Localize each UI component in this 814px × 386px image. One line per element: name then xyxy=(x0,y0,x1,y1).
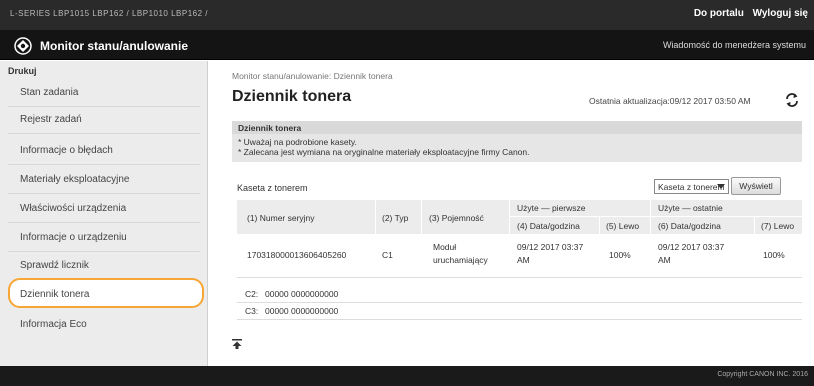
info-note: * Zalecana jest wymiana na oryginalne ma… xyxy=(238,147,530,157)
app-title: Monitor stanu/anulowanie xyxy=(40,39,189,53)
cartridge-label: Kaseta z tonerem xyxy=(237,183,308,193)
cartridge-serial: 00000 0000000000 xyxy=(265,306,339,316)
cell-last-date: AM xyxy=(658,255,671,265)
toner-log-table: (1) Numer seryjny (2) Typ (3) Pojemność … xyxy=(237,200,802,279)
cell-capacity: uruchamiający xyxy=(433,255,488,265)
sidebar-item-error-info[interactable]: Informacje o błędach xyxy=(20,145,113,156)
cartridge-select-value: Kaseta z tonerem xyxy=(658,182,725,192)
cell-serial: 170318000013606405260 xyxy=(247,250,347,260)
column-group-first-used: Użyte — pierwsze xyxy=(517,203,586,213)
cell-first-left: 100% xyxy=(609,250,631,260)
sidebar-divider xyxy=(8,106,200,107)
page-title: Dziennik tonera xyxy=(232,88,352,105)
cell-type: C1 xyxy=(382,250,393,260)
cartridge-serial: 00000 0000000000 xyxy=(265,289,339,299)
column-header-serial: (1) Numer seryjny xyxy=(247,213,315,223)
refresh-icon[interactable] xyxy=(784,92,800,108)
portal-link[interactable]: Do portalu xyxy=(694,8,744,19)
header-divider xyxy=(375,200,376,234)
column-header-first-left: (5) Lewo xyxy=(606,221,640,231)
cartridge-code: C3: xyxy=(245,306,259,316)
header-divider xyxy=(754,216,755,234)
breadcrumb: Monitor stanu/anulowanie: Dziennik toner… xyxy=(232,71,393,81)
copyright-text: Copyright CANON INC. 2016 xyxy=(717,371,808,378)
cartridge-select[interactable]: Kaseta z tonerem xyxy=(654,179,729,194)
column-header-last-left: (7) Lewo xyxy=(761,221,795,231)
cell-last-date: 09/12 2017 03:37 xyxy=(658,242,725,252)
chevron-down-icon xyxy=(717,184,725,189)
info-note: * Uważaj na podrobione kasety. xyxy=(238,137,357,147)
column-header-type: (2) Typ xyxy=(382,213,409,223)
info-box: Dziennik tonera * Uważaj na podrobione k… xyxy=(232,121,802,162)
header-divider xyxy=(509,200,510,234)
top-bar: L-SERIES LBP1015 LBP162 / LBP1010 LBP162… xyxy=(0,0,814,30)
sidebar-item-device-features[interactable]: Właściwości urządzenia xyxy=(20,203,126,214)
row-divider xyxy=(237,302,802,303)
last-update-text: Ostatnia aktualizacja:09/12 2017 03:50 A… xyxy=(589,96,751,106)
sidebar-item-eco-info[interactable]: Informacja Eco xyxy=(20,319,87,330)
message-to-admin-link[interactable]: Wiadomość do menedżera systemu xyxy=(663,40,806,50)
row-divider xyxy=(237,319,802,320)
footer: Copyright CANON INC. 2016 xyxy=(0,366,814,386)
sidebar-divider xyxy=(8,251,200,252)
header-divider xyxy=(509,216,802,217)
logout-link[interactable]: Wyloguj się xyxy=(753,8,808,19)
row-divider xyxy=(237,277,802,278)
sidebar-divider xyxy=(8,164,200,165)
column-header-last-date: (6) Data/godzina xyxy=(658,221,721,231)
header-divider xyxy=(421,200,422,234)
cell-first-date: 09/12 2017 03:37 xyxy=(517,242,584,252)
column-group-last-used: Użyte — ostatnie xyxy=(658,203,723,213)
device-model-text: L-SERIES LBP1015 LBP162 / LBP1010 LBP162… xyxy=(10,9,209,18)
header-divider xyxy=(599,216,600,234)
main-content: Monitor stanu/anulowanie: Dziennik toner… xyxy=(209,61,814,366)
show-button[interactable]: Wyświetl xyxy=(731,177,781,195)
cell-first-date: AM xyxy=(517,255,530,265)
column-header-first-date: (4) Data/godzina xyxy=(517,221,580,231)
top-links: Do portalu Wyloguj się xyxy=(688,8,808,19)
cell-capacity: Moduł xyxy=(433,242,457,252)
sidebar-section-title: Drukuj xyxy=(8,66,37,76)
sidebar: Drukuj Stan zadania Rejestr zadań Inform… xyxy=(0,61,208,366)
remote-ui-logo-icon xyxy=(14,37,32,55)
cartridge-code: C2: xyxy=(245,289,259,299)
sidebar-item-job-status[interactable]: Stan zadania xyxy=(20,87,78,98)
sidebar-divider xyxy=(8,133,200,134)
sidebar-divider xyxy=(8,193,200,194)
cell-last-left: 100% xyxy=(763,250,785,260)
column-header-capacity: (3) Pojemność xyxy=(429,213,484,223)
info-box-header: Dziennik tonera xyxy=(232,121,802,134)
app-header: Monitor stanu/anulowanie Wiadomość do me… xyxy=(0,30,814,60)
back-to-top-icon[interactable] xyxy=(232,339,242,349)
sidebar-item-device-info[interactable]: Informacje o urządzeniu xyxy=(20,232,127,243)
sidebar-item-consumables[interactable]: Materiały eksploatacyjne xyxy=(20,174,130,185)
sidebar-item-job-log[interactable]: Rejestr zadań xyxy=(20,114,82,125)
sidebar-item-check-counter[interactable]: Sprawdź licznik xyxy=(20,260,89,271)
header-divider xyxy=(650,200,651,234)
sidebar-divider xyxy=(8,222,200,223)
sidebar-item-toner-log[interactable]: Dziennik tonera xyxy=(20,289,89,300)
